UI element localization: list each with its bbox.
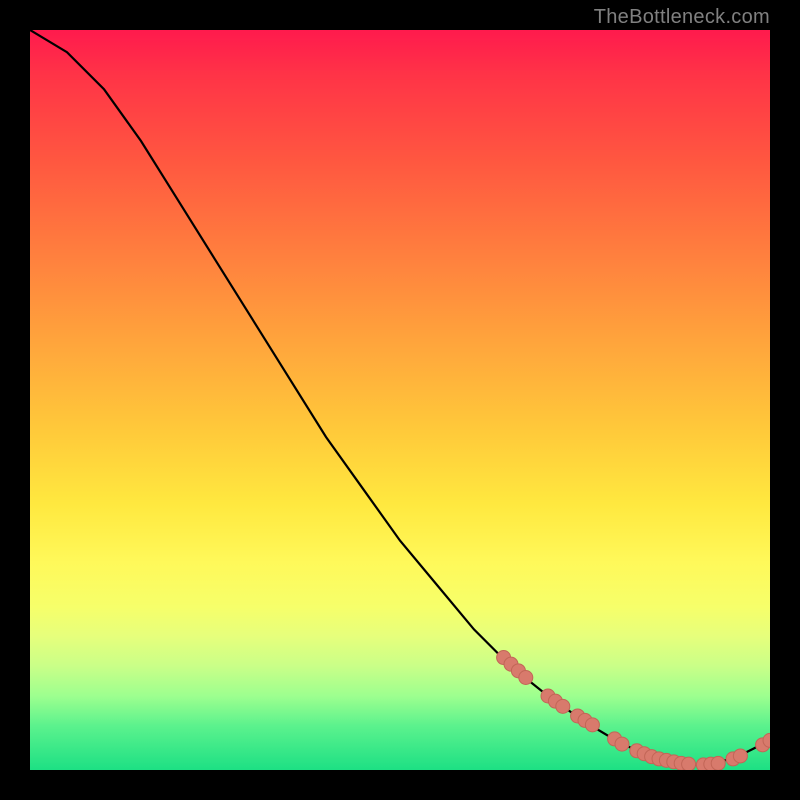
data-marker: [733, 749, 747, 763]
data-marker: [682, 757, 696, 770]
bottleneck-curve-line: [30, 30, 770, 765]
data-marker: [615, 737, 629, 751]
data-marker: [711, 756, 725, 770]
watermark-text: TheBottleneck.com: [594, 6, 770, 29]
chart-plot-area: [30, 30, 770, 770]
data-marker: [556, 699, 570, 713]
chart-svg: [30, 30, 770, 770]
chart-frame: TheBottleneck.com: [0, 0, 800, 800]
bottleneck-markers-group: [497, 651, 770, 770]
data-marker: [519, 671, 533, 685]
data-marker: [585, 718, 599, 732]
